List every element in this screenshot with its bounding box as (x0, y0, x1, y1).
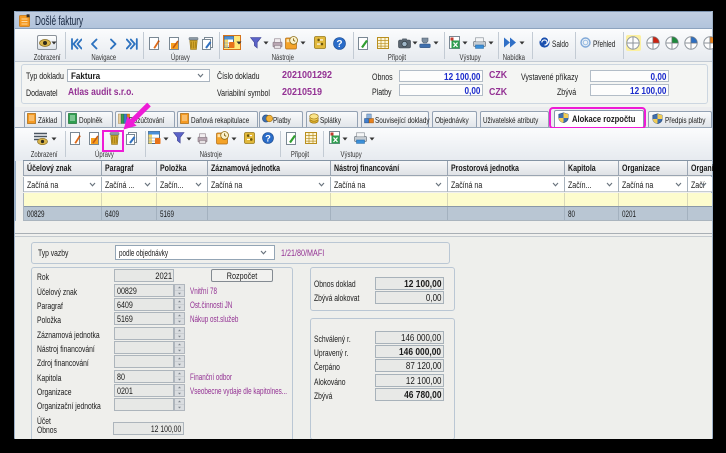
svg-text:?: ? (265, 133, 271, 143)
svg-text:?: ? (336, 39, 342, 50)
